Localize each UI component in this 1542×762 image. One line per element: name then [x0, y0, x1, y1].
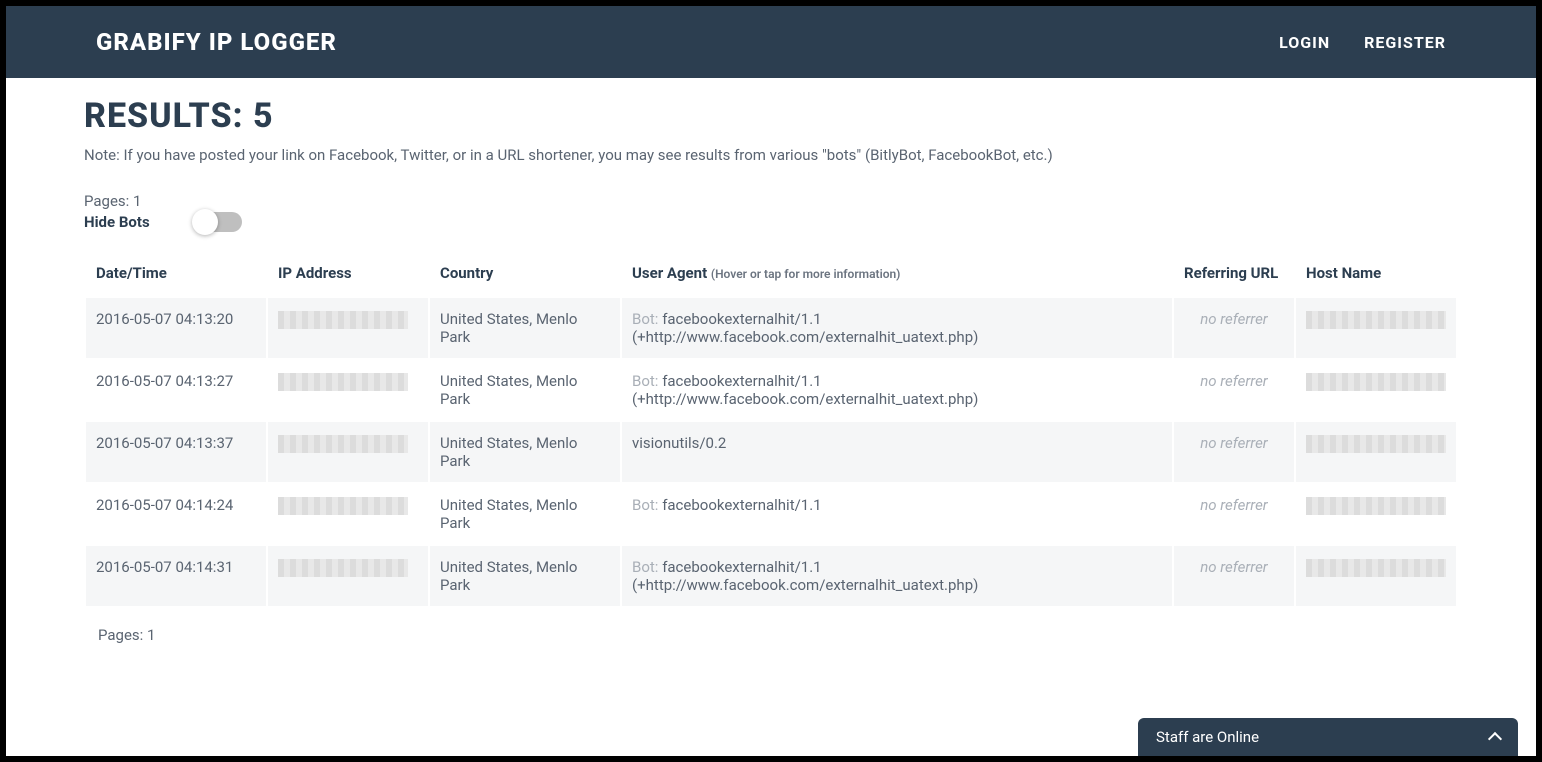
- cell-useragent[interactable]: Bot: facebookexternalhit/1.1: [622, 484, 1172, 544]
- cell-datetime: 2016-05-07 04:14:24: [86, 484, 266, 544]
- th-useragent-sub: (Hover or tap for more information): [711, 267, 901, 281]
- cell-hostname: [1296, 360, 1456, 420]
- cell-country: United States, Menlo Park: [430, 422, 620, 482]
- cell-useragent[interactable]: visionutils/0.2: [622, 422, 1172, 482]
- cell-refurl: no referrer: [1174, 360, 1294, 420]
- results-title: RESULTS: 5: [84, 96, 1458, 136]
- redacted-ip: [278, 559, 408, 577]
- redacted-hostname: [1306, 373, 1446, 391]
- cell-ip: [268, 298, 428, 358]
- table-row: 2016-05-07 04:13:27 United States, Menlo…: [86, 360, 1456, 420]
- table-header-row: Date/Time IP Address Country User Agent …: [86, 250, 1456, 296]
- th-datetime: Date/Time: [86, 250, 266, 296]
- cell-ip: [268, 484, 428, 544]
- hide-bots-row: Hide Bots: [84, 212, 1458, 232]
- cell-useragent[interactable]: Bot: facebookexternalhit/1.1 (+http://ww…: [622, 360, 1172, 420]
- cell-refurl: no referrer: [1174, 546, 1294, 606]
- useragent-text: facebookexternalhit/1.1: [662, 496, 821, 514]
- th-country: Country: [430, 250, 620, 296]
- cell-ip: [268, 360, 428, 420]
- redacted-hostname: [1306, 559, 1446, 577]
- redacted-ip: [278, 311, 408, 329]
- table-row: 2016-05-07 04:13:37 United States, Menlo…: [86, 422, 1456, 482]
- page-wrapper: GRABIFY IP LOGGER LOGIN REGISTER RESULTS…: [6, 6, 1536, 756]
- hide-bots-label: Hide Bots: [84, 213, 150, 231]
- cell-hostname: [1296, 546, 1456, 606]
- cell-ip: [268, 422, 428, 482]
- cell-hostname: [1296, 484, 1456, 544]
- pages-top: Pages: 1: [84, 192, 1458, 210]
- staff-online-label: Staff are Online: [1156, 728, 1259, 746]
- pages-bottom: Pages: 1: [84, 626, 1458, 644]
- table-row: 2016-05-07 04:14:31 United States, Menlo…: [86, 546, 1456, 606]
- register-link[interactable]: REGISTER: [1364, 33, 1446, 52]
- no-referrer: no referrer: [1184, 558, 1284, 576]
- th-useragent: User Agent (Hover or tap for more inform…: [622, 250, 1172, 296]
- useragent-text: visionutils/0.2: [632, 434, 726, 452]
- cell-datetime: 2016-05-07 04:13:37: [86, 422, 266, 482]
- cell-datetime: 2016-05-07 04:14:31: [86, 546, 266, 606]
- cell-country: United States, Menlo Park: [430, 546, 620, 606]
- useragent-text: facebookexternalhit/1.1 (+http://www.fac…: [632, 558, 978, 594]
- hide-bots-toggle[interactable]: [194, 212, 242, 232]
- no-referrer: no referrer: [1184, 310, 1284, 328]
- th-refurl: Referring URL: [1174, 250, 1294, 296]
- table-row: 2016-05-07 04:13:20 United States, Menlo…: [86, 298, 1456, 358]
- chevron-up-icon: [1488, 732, 1502, 746]
- header: GRABIFY IP LOGGER LOGIN REGISTER: [6, 6, 1536, 78]
- cell-country: United States, Menlo Park: [430, 298, 620, 358]
- cell-refurl: no referrer: [1174, 422, 1294, 482]
- no-referrer: no referrer: [1184, 434, 1284, 452]
- redacted-hostname: [1306, 435, 1446, 453]
- toggle-knob: [192, 209, 218, 235]
- results-table: Date/Time IP Address Country User Agent …: [84, 248, 1458, 608]
- redacted-ip: [278, 373, 408, 391]
- table-body: 2016-05-07 04:13:20 United States, Menlo…: [86, 298, 1456, 606]
- brand-logo[interactable]: GRABIFY IP LOGGER: [96, 28, 337, 56]
- table-row: 2016-05-07 04:14:24 United States, Menlo…: [86, 484, 1456, 544]
- useragent-text: facebookexternalhit/1.1 (+http://www.fac…: [632, 372, 978, 408]
- redacted-hostname: [1306, 497, 1446, 515]
- cell-ip: [268, 546, 428, 606]
- staff-online-bar[interactable]: Staff are Online: [1138, 718, 1518, 756]
- th-hostname: Host Name: [1296, 250, 1456, 296]
- bot-prefix: Bot:: [632, 310, 658, 328]
- login-link[interactable]: LOGIN: [1279, 33, 1330, 52]
- cell-country: United States, Menlo Park: [430, 484, 620, 544]
- cell-datetime: 2016-05-07 04:13:27: [86, 360, 266, 420]
- th-ip: IP Address: [268, 250, 428, 296]
- bot-prefix: Bot:: [632, 372, 658, 390]
- cell-datetime: 2016-05-07 04:13:20: [86, 298, 266, 358]
- cell-hostname: [1296, 298, 1456, 358]
- cell-useragent[interactable]: Bot: facebookexternalhit/1.1 (+http://ww…: [622, 546, 1172, 606]
- content: RESULTS: 5 Note: If you have posted your…: [6, 78, 1536, 644]
- no-referrer: no referrer: [1184, 496, 1284, 514]
- redacted-ip: [278, 497, 408, 515]
- cell-useragent[interactable]: Bot: facebookexternalhit/1.1 (+http://ww…: [622, 298, 1172, 358]
- redacted-ip: [278, 435, 408, 453]
- useragent-text: facebookexternalhit/1.1 (+http://www.fac…: [632, 310, 978, 346]
- cell-country: United States, Menlo Park: [430, 360, 620, 420]
- no-referrer: no referrer: [1184, 372, 1284, 390]
- redacted-hostname: [1306, 311, 1446, 329]
- cell-refurl: no referrer: [1174, 298, 1294, 358]
- cell-hostname: [1296, 422, 1456, 482]
- results-note: Note: If you have posted your link on Fa…: [84, 146, 1458, 164]
- nav-links: LOGIN REGISTER: [1279, 33, 1446, 52]
- th-useragent-label: User Agent: [632, 264, 707, 282]
- cell-refurl: no referrer: [1174, 484, 1294, 544]
- bot-prefix: Bot:: [632, 558, 658, 576]
- bot-prefix: Bot:: [632, 496, 658, 514]
